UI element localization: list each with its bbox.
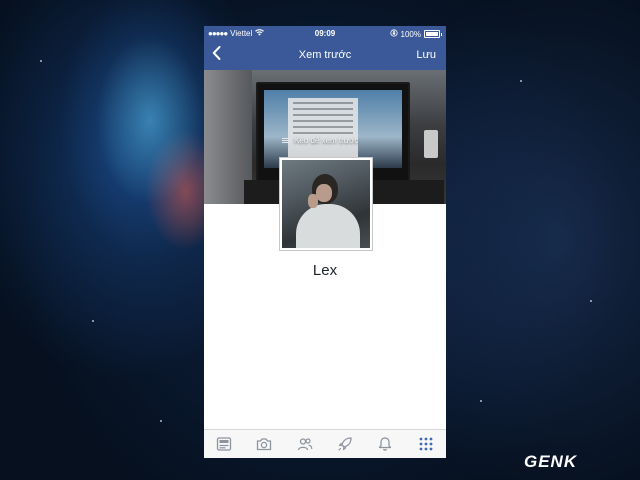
tab-menu[interactable]	[414, 434, 438, 454]
star	[590, 300, 592, 302]
cover-monitor-screen	[264, 90, 402, 168]
star	[160, 420, 162, 422]
tab-explore[interactable]	[333, 434, 357, 454]
bell-icon	[379, 437, 392, 451]
cover-cup	[424, 130, 438, 158]
drag-hint-label: Kéo để xem trước	[294, 136, 359, 145]
tab-camera[interactable]	[252, 434, 276, 454]
profile-name: Lex	[312, 262, 338, 279]
status-right: 100%	[389, 29, 442, 39]
battery-percent: 100%	[400, 29, 421, 39]
tab-friends[interactable]	[293, 434, 317, 454]
tab-news-feed[interactable]	[212, 434, 236, 454]
genk-watermark-logo: GENK	[524, 452, 578, 471]
profile-photo	[282, 160, 370, 248]
star	[40, 60, 42, 62]
star	[480, 400, 482, 402]
friends-icon	[297, 438, 313, 451]
battery-tip	[441, 32, 442, 36]
battery-icon	[424, 30, 440, 38]
drag-handle-icon	[282, 138, 290, 143]
star	[92, 320, 94, 322]
tab-bar	[204, 429, 446, 458]
profile-picture[interactable]	[280, 158, 372, 250]
menu-grid-icon	[419, 437, 433, 451]
navigation-bar: Xem trước Lưu	[204, 42, 446, 70]
star	[520, 80, 522, 82]
cover-window	[288, 98, 358, 158]
rocket-icon	[338, 437, 352, 451]
status-bar: ●●●●● Viettel 09:09 100%	[204, 26, 446, 42]
save-button[interactable]: Lưu	[416, 49, 436, 61]
camera-icon	[257, 438, 272, 451]
page-title: Xem trước	[298, 49, 352, 61]
tab-notifications[interactable]	[373, 434, 397, 454]
phone-screen: ●●●●● Viettel 09:09 100% Xem trước Lưu K…	[204, 26, 446, 458]
rotation-lock-icon	[389, 29, 398, 39]
news-feed-icon	[217, 437, 232, 451]
drag-to-preview-hint[interactable]: Kéo để xem trước	[282, 136, 358, 145]
